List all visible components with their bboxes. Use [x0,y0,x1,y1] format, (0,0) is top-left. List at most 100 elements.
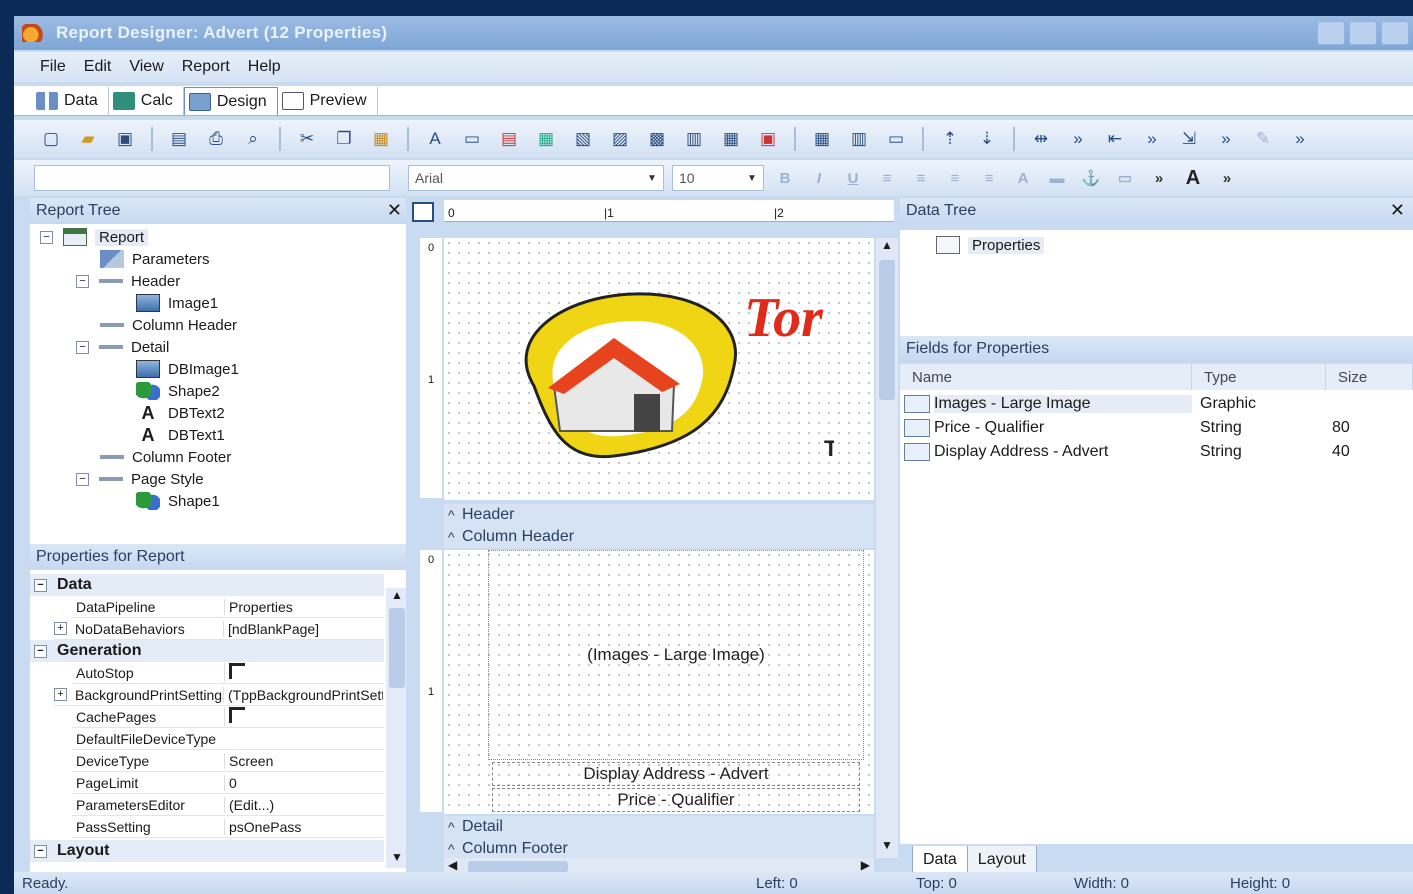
column-header-size[interactable]: Size [1326,364,1413,390]
tree-node-dbtext2[interactable]: A DBText2 [136,402,225,424]
prop-row-pagelimit[interactable]: PageLimit 0 [72,772,384,794]
grid-icon[interactable]: ▦ [807,126,837,152]
scroll-thumb[interactable] [389,608,405,688]
tab-data[interactable]: Data [32,87,109,115]
size-icon[interactable]: ⇲ [1174,126,1204,152]
menu-report[interactable]: Report [182,58,230,76]
dbimage-large-image[interactable]: (Images - Large Image) [488,550,864,760]
highlight-color-icon[interactable]: ▬ [1044,166,1070,190]
menu-edit[interactable]: Edit [84,58,112,76]
prop-value[interactable]: psOnePass [224,818,384,835]
tree-node-report[interactable]: − Report [40,226,149,248]
tree-node-page-style[interactable]: − Page Style [76,468,204,490]
prop-value[interactable] [224,663,384,682]
toolbar-overflow-icon-2[interactable]: » [1137,126,1167,152]
properties-scrollbar[interactable]: ▲ ▼ [386,588,408,868]
category-generation[interactable]: − Generation [30,640,384,662]
open-icon[interactable]: ▰ [73,126,103,152]
close-icon[interactable]: ✕ [1390,200,1405,221]
tab-data-panel[interactable]: Data [912,846,968,874]
tab-preview[interactable]: Preview [278,87,378,115]
header-band-canvas[interactable]: Tor Te [444,238,874,500]
expand-icon[interactable]: + [54,622,67,635]
tab-calc[interactable]: Calc [109,87,184,115]
paste-icon[interactable]: ▦ [366,126,396,152]
underline-icon[interactable]: U [840,166,866,190]
minimize-button[interactable] [1317,21,1345,45]
dbtext-price-qualifier[interactable]: Price - Qualifier [492,788,860,812]
toolbar-overflow-icon-5[interactable]: » [1146,166,1172,190]
tree-node-detail[interactable]: − Detail [76,336,169,358]
tree-node-column-footer[interactable]: Column Footer [100,446,231,468]
save-icon[interactable]: ▣ [110,126,140,152]
align-center-icon[interactable]: ≡ [908,166,934,190]
field-row[interactable]: Images - Large Image Graphic [904,392,1404,416]
collapse-icon[interactable]: − [76,274,89,288]
scroll-down-icon[interactable]: ▼ [386,850,408,868]
align-left-icon[interactable]: ≡ [874,166,900,190]
tree-node-dbtext1[interactable]: A DBText1 [136,424,225,446]
component-selector[interactable] [34,165,390,191]
prop-row-datapipeline[interactable]: DataPipeline Properties [72,596,384,618]
subreport-component-icon[interactable]: ▣ [753,126,783,152]
column-header-name[interactable]: Name [900,364,1192,390]
font-color-icon[interactable]: A [1010,166,1036,190]
chart-component-icon[interactable]: ▦ [716,126,746,152]
toolbar-overflow-icon[interactable]: » [1063,126,1093,152]
ruler-toggle-icon[interactable] [412,202,434,222]
line-component-icon[interactable]: ▩ [642,126,672,152]
italic-icon[interactable]: I [806,166,832,190]
prop-row-devicetype[interactable]: DeviceType Screen [72,750,384,772]
field-row[interactable]: Price - Qualifier String 80 [904,416,1404,440]
memo-component-icon[interactable]: ▭ [457,126,487,152]
prop-row-cachepages[interactable]: CachePages [72,706,384,728]
prop-value[interactable] [224,707,384,726]
detail-band-canvas[interactable]: (Images - Large Image) Display Address -… [444,550,874,814]
draw-icon[interactable]: ✎ [1248,126,1278,152]
close-window-button[interactable] [1381,21,1409,45]
label-component-icon[interactable]: A [420,126,450,152]
prop-row-passsetting[interactable]: PassSetting psOnePass [72,816,384,838]
tab-design[interactable]: Design [183,87,278,115]
shape-component-icon[interactable]: ▨ [605,126,635,152]
collapse-icon[interactable]: − [34,844,47,858]
tab-layout-panel[interactable]: Layout [966,846,1037,874]
border-icon[interactable]: ▭ [1112,166,1138,190]
menu-file[interactable]: File [40,58,66,76]
font-size-up-icon[interactable]: A [1180,166,1206,190]
category-data[interactable]: − Data [30,574,384,596]
copy-icon[interactable]: ❐ [329,126,359,152]
column-header-type[interactable]: Type [1192,364,1326,390]
field-row[interactable]: Display Address - Advert String 40 [904,440,1404,464]
scroll-down-icon[interactable]: ▼ [876,838,898,858]
menu-help[interactable]: Help [248,58,281,76]
band-column-header[interactable]: Column Header [444,526,874,548]
scroll-right-icon[interactable]: ▶ [861,858,870,872]
font-name-combo[interactable]: Arial ▼ [408,165,664,191]
scroll-up-icon[interactable]: ▲ [386,588,408,606]
prop-row-defaultfiledevice[interactable]: DefaultFileDeviceType [72,728,384,750]
align-right-icon[interactable]: ≡ [942,166,968,190]
prop-value[interactable]: (TppBackgroundPrintSettings) [223,686,383,703]
bring-front-icon[interactable]: ⇡ [935,126,965,152]
category-layout[interactable]: − Layout [30,840,384,862]
align-icon[interactable]: ⇹ [1026,126,1056,152]
barcode-component-icon[interactable]: ▥ [679,126,709,152]
anchor-icon[interactable]: ⚓ [1078,166,1104,190]
prop-row-autostop[interactable]: AutoStop [72,662,384,684]
image-component-icon[interactable]: ▧ [568,126,598,152]
tree-node-column-header[interactable]: Column Header [100,314,237,336]
region-icon[interactable]: ▭ [881,126,911,152]
collapse-icon[interactable]: − [34,578,47,592]
menu-view[interactable]: View [129,58,163,76]
collapse-icon[interactable]: − [76,340,89,354]
tree-node-shape1[interactable]: Shape1 [136,490,220,512]
nudge-icon[interactable]: ⇤ [1100,126,1130,152]
bold-icon[interactable]: B [772,166,798,190]
tree-node-dbimage1[interactable]: DBImage1 [136,358,239,380]
toolbar-overflow-icon-4[interactable]: » [1285,126,1315,152]
close-icon[interactable]: ✕ [387,200,402,221]
new-icon[interactable]: ▢ [36,126,66,152]
send-back-icon[interactable]: ⇣ [972,126,1002,152]
prop-row-backgroundprint[interactable]: + BackgroundPrintSettings (TppBackgroundPr… [54,684,384,706]
